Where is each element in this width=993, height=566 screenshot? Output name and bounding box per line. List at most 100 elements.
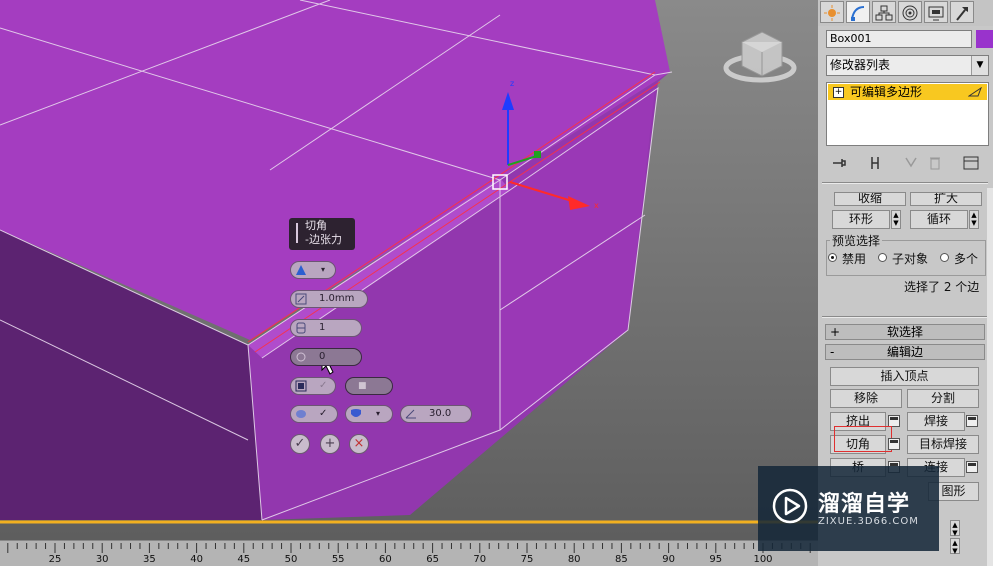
object-color-swatch[interactable]: [976, 30, 993, 48]
configure-modifier-sets-icon[interactable]: [962, 154, 980, 172]
stack-toolbar: [818, 150, 993, 176]
tab-display[interactable]: [924, 1, 948, 23]
modifier-stack[interactable]: + 可编辑多边形: [826, 82, 989, 146]
modifier-list-label: 修改器列表: [830, 58, 891, 72]
check-icon: ✓: [319, 380, 328, 391]
perspective-viewport[interactable]: z x 切角 -边张力 ▾ 1.0mm 1 0 ✓ ■ ✓ ▾ 30.0 ✓ +…: [0, 0, 818, 540]
smooth-angle-field[interactable]: 30.0: [400, 405, 472, 423]
modifier-list-dropdown[interactable]: 修改器列表 ▼: [826, 55, 989, 76]
ruler-tick-label: 70: [473, 554, 487, 565]
radio-subobject[interactable]: [878, 253, 887, 262]
tab-utilities[interactable]: [950, 1, 974, 23]
hammer-icon: [956, 7, 968, 21]
chamfer-type-dropdown[interactable]: ▾: [290, 261, 336, 279]
caddy-title-line2: -边张力: [305, 233, 342, 246]
smooth-toggle[interactable]: ✓: [290, 405, 338, 423]
tab-hierarchy[interactable]: [872, 1, 896, 23]
chamfer-settings-button[interactable]: [888, 438, 900, 450]
split-button[interactable]: 分割: [907, 389, 979, 408]
chamfer-segments-field[interactable]: 1: [290, 319, 362, 337]
chamfer-segments-value: 1: [319, 322, 326, 333]
edit-edges-title: 编辑边: [886, 345, 923, 359]
object-name-field[interactable]: Box001: [826, 30, 972, 48]
ruler-tick-label: 60: [379, 554, 392, 565]
play-logo-icon: [772, 488, 808, 524]
panel-scrollbar[interactable]: [987, 188, 993, 566]
watermark: 溜溜自学 ZIXUE.3D66.COM: [758, 466, 939, 551]
cancel-button[interactable]: ×: [349, 434, 369, 454]
preview-selection-label: 预览选择: [830, 232, 883, 249]
ruler-tick-label: 100: [753, 554, 773, 565]
grow-button[interactable]: 扩大: [910, 192, 982, 206]
ruler-tick-label: 75: [520, 554, 534, 565]
stack-item-editable-poly[interactable]: + 可编辑多边形: [828, 84, 987, 100]
timeline-ruler[interactable]: 25 30 35 40 45 50 55 60 65 70 75 80 85 90 95 100: [0, 540, 818, 566]
ring-button[interactable]: 环形: [832, 210, 890, 229]
make-unique-icon[interactable]: [902, 154, 920, 172]
radio-multiple[interactable]: [940, 253, 949, 262]
ruler-tick-label: 65: [426, 554, 439, 565]
target-weld-button[interactable]: 目标焊接: [907, 435, 979, 454]
radio-multiple-label: 多个: [954, 252, 979, 266]
caddy-title: 切角 -边张力: [289, 218, 355, 250]
amount-icon: [295, 293, 307, 305]
ring-spinner[interactable]: ▲ ▼: [891, 210, 901, 229]
chamfer-amount-field[interactable]: 1.0mm: [290, 290, 368, 308]
angle-icon: [405, 409, 416, 419]
open-toggle[interactable]: ✓: [290, 377, 336, 395]
weld-settings-button[interactable]: [966, 415, 978, 427]
tab-modify[interactable]: [846, 1, 870, 23]
smooth-type-dropdown[interactable]: ▾: [345, 405, 393, 423]
ok-button[interactable]: ✓: [290, 434, 310, 454]
tension-icon: [296, 352, 306, 362]
monitor-icon: [928, 6, 944, 21]
command-panel-tabs: [818, 0, 993, 26]
weld-button[interactable]: 焊接: [907, 412, 965, 431]
apply-button[interactable]: +: [320, 434, 340, 454]
tab-motion[interactable]: [898, 1, 922, 23]
shrink-button[interactable]: 收缩: [834, 192, 906, 206]
radio-disabled[interactable]: [828, 253, 837, 262]
pin-stack-icon[interactable]: [830, 154, 848, 172]
radio-subobject-label: 子对象: [892, 252, 929, 266]
soft-selection-rollout[interactable]: + 软选择: [825, 324, 985, 340]
ruler-tick-label: 25: [48, 554, 62, 565]
remove-button[interactable]: 移除: [830, 389, 902, 408]
viewport-scene: z x: [0, 0, 818, 540]
smooth-angle-value: 30.0: [429, 408, 452, 419]
remove-modifier-icon[interactable]: [926, 154, 944, 172]
radio-disabled-label: 禁用: [842, 252, 867, 266]
edit-edges-rollout[interactable]: - 编辑边: [825, 344, 985, 360]
edge-tension-field[interactable]: 0: [290, 348, 362, 366]
connect-settings-button[interactable]: [966, 461, 978, 473]
selection-status: 选择了 2 个边: [904, 280, 980, 294]
divider: [822, 316, 988, 318]
check-icon: ✓: [319, 408, 328, 419]
insert-vertex-button[interactable]: 插入顶点: [830, 367, 979, 386]
smooth-threshold-toggle[interactable]: ■: [345, 377, 393, 395]
crease-spinner[interactable]: ▲ ▼: [950, 538, 960, 555]
gizmo-x-label: x: [594, 201, 599, 210]
loop-button[interactable]: 循环: [910, 210, 968, 229]
ruler-ticks: [7, 543, 811, 553]
segments-icon: [296, 322, 306, 334]
chamfer-highlight: [834, 426, 892, 452]
expand-icon[interactable]: +: [833, 87, 844, 98]
edge-subobject-icon: [968, 87, 982, 97]
chevron-down-icon: ▼: [971, 56, 988, 75]
ruler-tick-label: 95: [709, 554, 723, 565]
object-name-value: Box001: [830, 32, 872, 45]
ruler-tick-label: 45: [237, 554, 251, 565]
ruler-tick-label: 90: [662, 554, 675, 565]
watermark-url: ZIXUE.3D66.COM: [818, 516, 919, 527]
tab-create[interactable]: [820, 1, 844, 23]
chevron-down-icon: ▾: [321, 265, 326, 274]
ruler-tick-label: 40: [190, 554, 203, 565]
ruler-tick-label: 50: [284, 554, 298, 565]
loop-spinner[interactable]: ▲ ▼: [969, 210, 979, 229]
soft-selection-title: 软选择: [886, 325, 923, 339]
weight-spinner[interactable]: ▲ ▼: [950, 520, 960, 537]
ruler-tick-label: 30: [95, 554, 109, 565]
watermark-name: 溜溜自学: [818, 492, 911, 517]
show-end-result-icon[interactable]: [866, 154, 884, 172]
